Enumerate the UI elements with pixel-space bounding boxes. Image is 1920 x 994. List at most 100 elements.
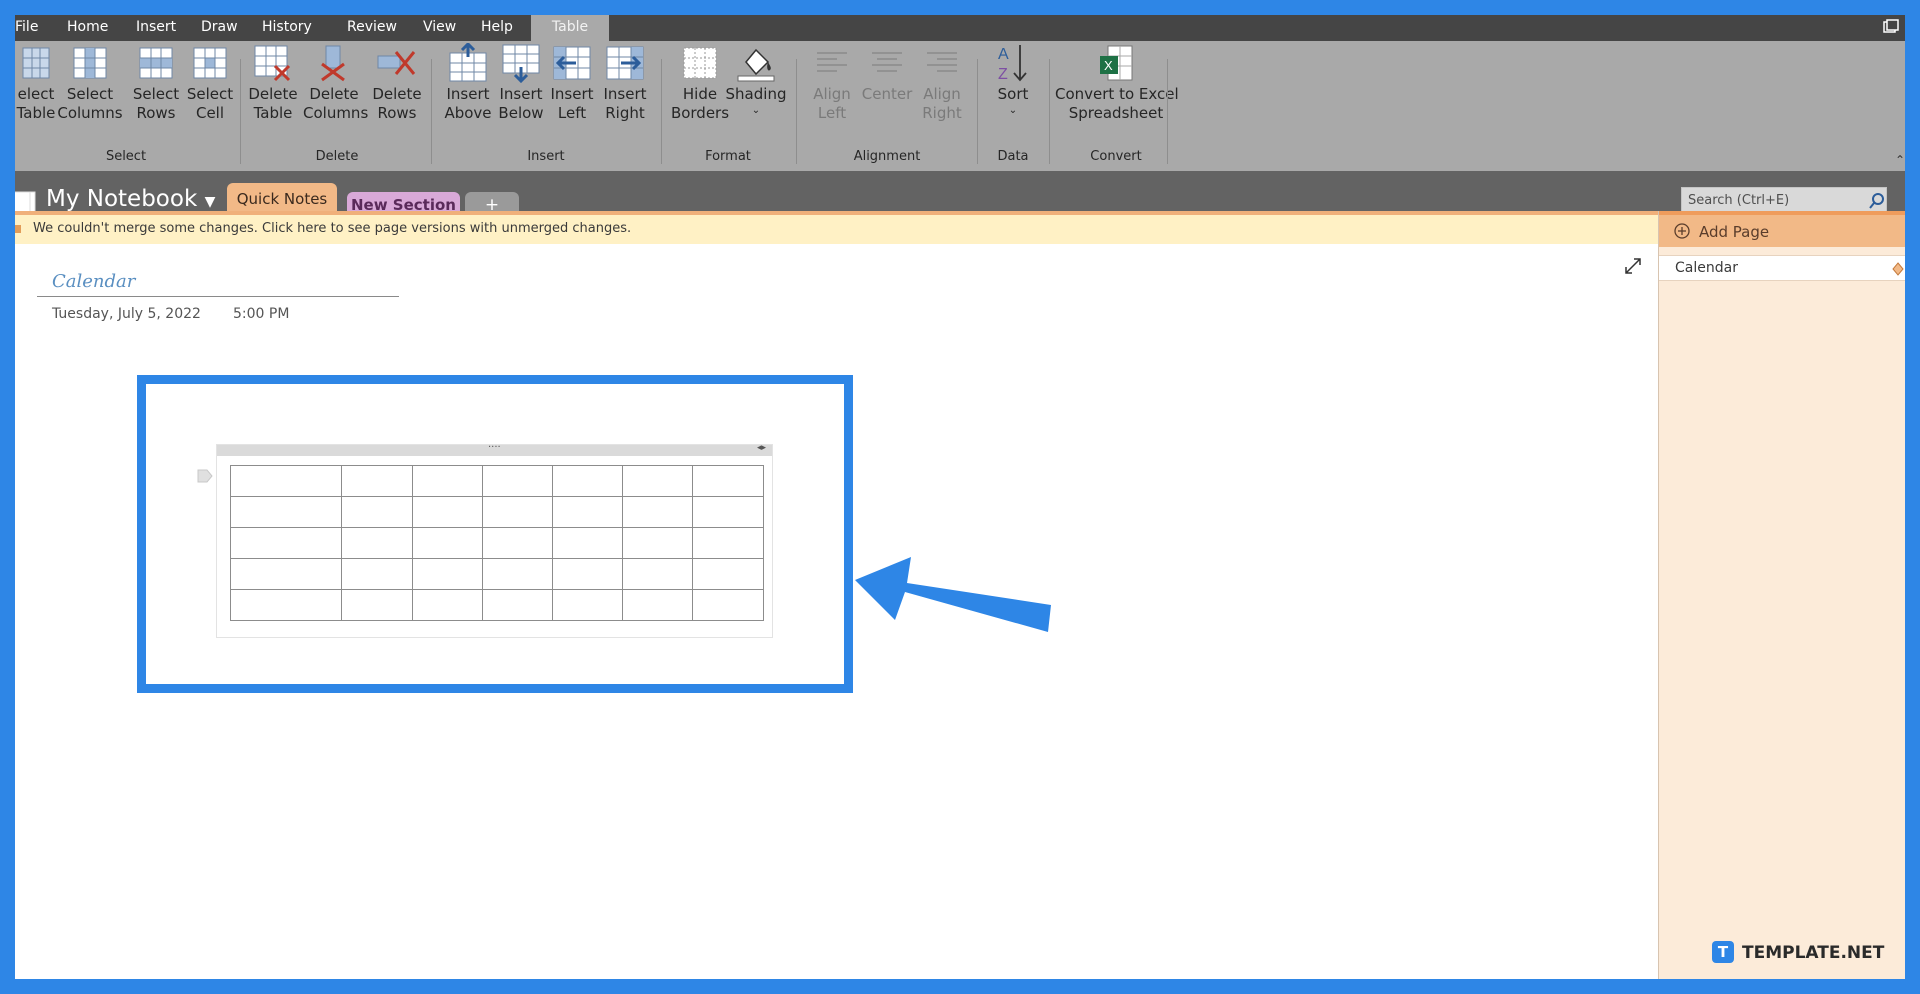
sort-az-icon: AZ bbox=[985, 41, 1041, 85]
collapse-ribbon-icon[interactable]: ⌃ bbox=[1895, 153, 1905, 167]
table-cell[interactable] bbox=[622, 465, 693, 497]
select-columns-button[interactable]: Select Columns bbox=[55, 41, 125, 141]
ribbon-separator bbox=[1049, 59, 1050, 164]
table-cell[interactable] bbox=[412, 465, 483, 497]
table-cell[interactable] bbox=[622, 496, 693, 528]
table-cell[interactable] bbox=[622, 558, 693, 590]
table-cell[interactable] bbox=[482, 589, 553, 621]
chevron-down-icon: ▼ bbox=[204, 194, 216, 210]
table-cell[interactable] bbox=[230, 496, 342, 528]
page-time: 5:00 PM bbox=[233, 306, 290, 322]
select-cell-icon bbox=[185, 41, 235, 85]
select-cell-button[interactable]: Select Cell bbox=[185, 41, 235, 141]
table-cell[interactable] bbox=[412, 558, 483, 590]
select-rows-button[interactable]: Select Rows bbox=[131, 41, 181, 141]
menu-home[interactable]: Home bbox=[67, 15, 108, 41]
delete-rows-button[interactable]: Delete Rows bbox=[369, 41, 425, 141]
restore-icon[interactable] bbox=[1883, 19, 1899, 39]
table-cell[interactable] bbox=[482, 527, 553, 559]
template-logo-icon: T bbox=[1712, 941, 1734, 963]
table-cell[interactable] bbox=[622, 589, 693, 621]
table-cell[interactable] bbox=[552, 465, 623, 497]
notebook-title[interactable]: My Notebook ▼ bbox=[46, 186, 215, 212]
insert-right-icon bbox=[597, 41, 653, 85]
merge-warning-bar[interactable]: We couldn't merge some changes. Click he… bbox=[15, 211, 1658, 244]
table-cell[interactable] bbox=[692, 465, 764, 497]
sort-button[interactable]: AZ Sort ⌄ bbox=[985, 41, 1041, 141]
insert-left-button[interactable]: Insert Left bbox=[545, 41, 599, 141]
search-input[interactable]: Search (Ctrl+E) bbox=[1681, 187, 1887, 214]
table-cell[interactable] bbox=[341, 496, 413, 528]
ribbon-separator bbox=[796, 59, 797, 164]
menu-review[interactable]: Review bbox=[347, 15, 397, 41]
insert-group-label: Insert bbox=[527, 149, 565, 164]
table-cell[interactable] bbox=[341, 465, 413, 497]
table-cell[interactable] bbox=[692, 496, 764, 528]
menu-help[interactable]: Help bbox=[481, 15, 513, 41]
calendar-table[interactable] bbox=[230, 465, 764, 621]
menu-view[interactable]: View bbox=[423, 15, 456, 41]
table-cell[interactable] bbox=[412, 527, 483, 559]
unmerged-changes-icon bbox=[1892, 261, 1904, 280]
table-row bbox=[230, 527, 764, 559]
paragraph-handle-icon[interactable] bbox=[197, 468, 213, 487]
menu-history[interactable]: History bbox=[262, 15, 312, 41]
table-cell[interactable] bbox=[341, 589, 413, 621]
ribbon-separator bbox=[661, 59, 662, 164]
table-cell[interactable] bbox=[230, 527, 342, 559]
table-row bbox=[230, 496, 764, 528]
note-container[interactable]: .... ◂▸ bbox=[216, 439, 773, 638]
insert-below-button[interactable]: Insert Below bbox=[493, 41, 549, 141]
page-title[interactable]: Calendar bbox=[52, 271, 135, 292]
insert-below-icon bbox=[493, 41, 549, 85]
app-window: File Home Insert Draw History Review Vie… bbox=[15, 15, 1905, 979]
select-group-label: Select bbox=[105, 149, 147, 164]
insert-right-button[interactable]: Insert Right bbox=[597, 41, 653, 141]
table-cell[interactable] bbox=[552, 496, 623, 528]
table-cell[interactable] bbox=[412, 589, 483, 621]
format-group-label: Format bbox=[705, 149, 751, 164]
table-cell[interactable] bbox=[230, 465, 342, 497]
menu-file[interactable]: File bbox=[15, 15, 38, 41]
align-left-button[interactable]: Align Left bbox=[805, 41, 859, 141]
table-cell[interactable] bbox=[412, 496, 483, 528]
chevron-down-icon: ⌄ bbox=[751, 105, 761, 116]
table-cell[interactable] bbox=[482, 496, 553, 528]
table-cell[interactable] bbox=[341, 558, 413, 590]
center-button[interactable]: Center bbox=[859, 41, 915, 141]
expand-icon[interactable] bbox=[1624, 257, 1642, 279]
menu-table[interactable]: Table bbox=[531, 15, 609, 41]
add-page-button[interactable]: Add Page bbox=[1659, 211, 1905, 247]
hide-borders-button[interactable]: Hide Borders bbox=[669, 41, 731, 141]
table-cell[interactable] bbox=[482, 558, 553, 590]
container-move-handle[interactable]: .... ◂▸ bbox=[217, 439, 772, 456]
insert-above-button[interactable]: Insert Above bbox=[439, 41, 497, 141]
table-cell[interactable] bbox=[230, 589, 342, 621]
delete-columns-button[interactable]: Delete Columns bbox=[303, 41, 368, 141]
menu-draw[interactable]: Draw bbox=[201, 15, 238, 41]
ribbon-separator bbox=[240, 59, 241, 164]
table-cell[interactable] bbox=[552, 589, 623, 621]
warning-marker-icon bbox=[15, 225, 21, 233]
table-cell[interactable] bbox=[692, 589, 764, 621]
insert-left-icon bbox=[545, 41, 599, 85]
table-cell[interactable] bbox=[552, 558, 623, 590]
svg-text:X: X bbox=[1104, 58, 1113, 73]
menu-insert[interactable]: Insert bbox=[136, 15, 176, 41]
table-cell[interactable] bbox=[622, 527, 693, 559]
convert-to-excel-button[interactable]: X Convert to Excel Spreadsheet bbox=[1055, 41, 1179, 141]
align-right-button[interactable]: Align Right bbox=[915, 41, 969, 141]
table-cell[interactable] bbox=[482, 465, 553, 497]
delete-table-button[interactable]: Delete Table bbox=[245, 41, 301, 141]
hide-borders-icon bbox=[669, 41, 731, 85]
resize-arrows-icon[interactable]: ◂▸ bbox=[757, 443, 766, 453]
shading-button[interactable]: Shading ⌄ bbox=[725, 41, 787, 141]
table-cell[interactable] bbox=[692, 558, 764, 590]
table-cell[interactable] bbox=[692, 527, 764, 559]
data-group-label: Data bbox=[997, 149, 1029, 164]
page-list-item[interactable]: Calendar bbox=[1659, 255, 1905, 281]
select-columns-icon bbox=[55, 41, 125, 85]
table-cell[interactable] bbox=[552, 527, 623, 559]
table-cell[interactable] bbox=[230, 558, 342, 590]
table-cell[interactable] bbox=[341, 527, 413, 559]
